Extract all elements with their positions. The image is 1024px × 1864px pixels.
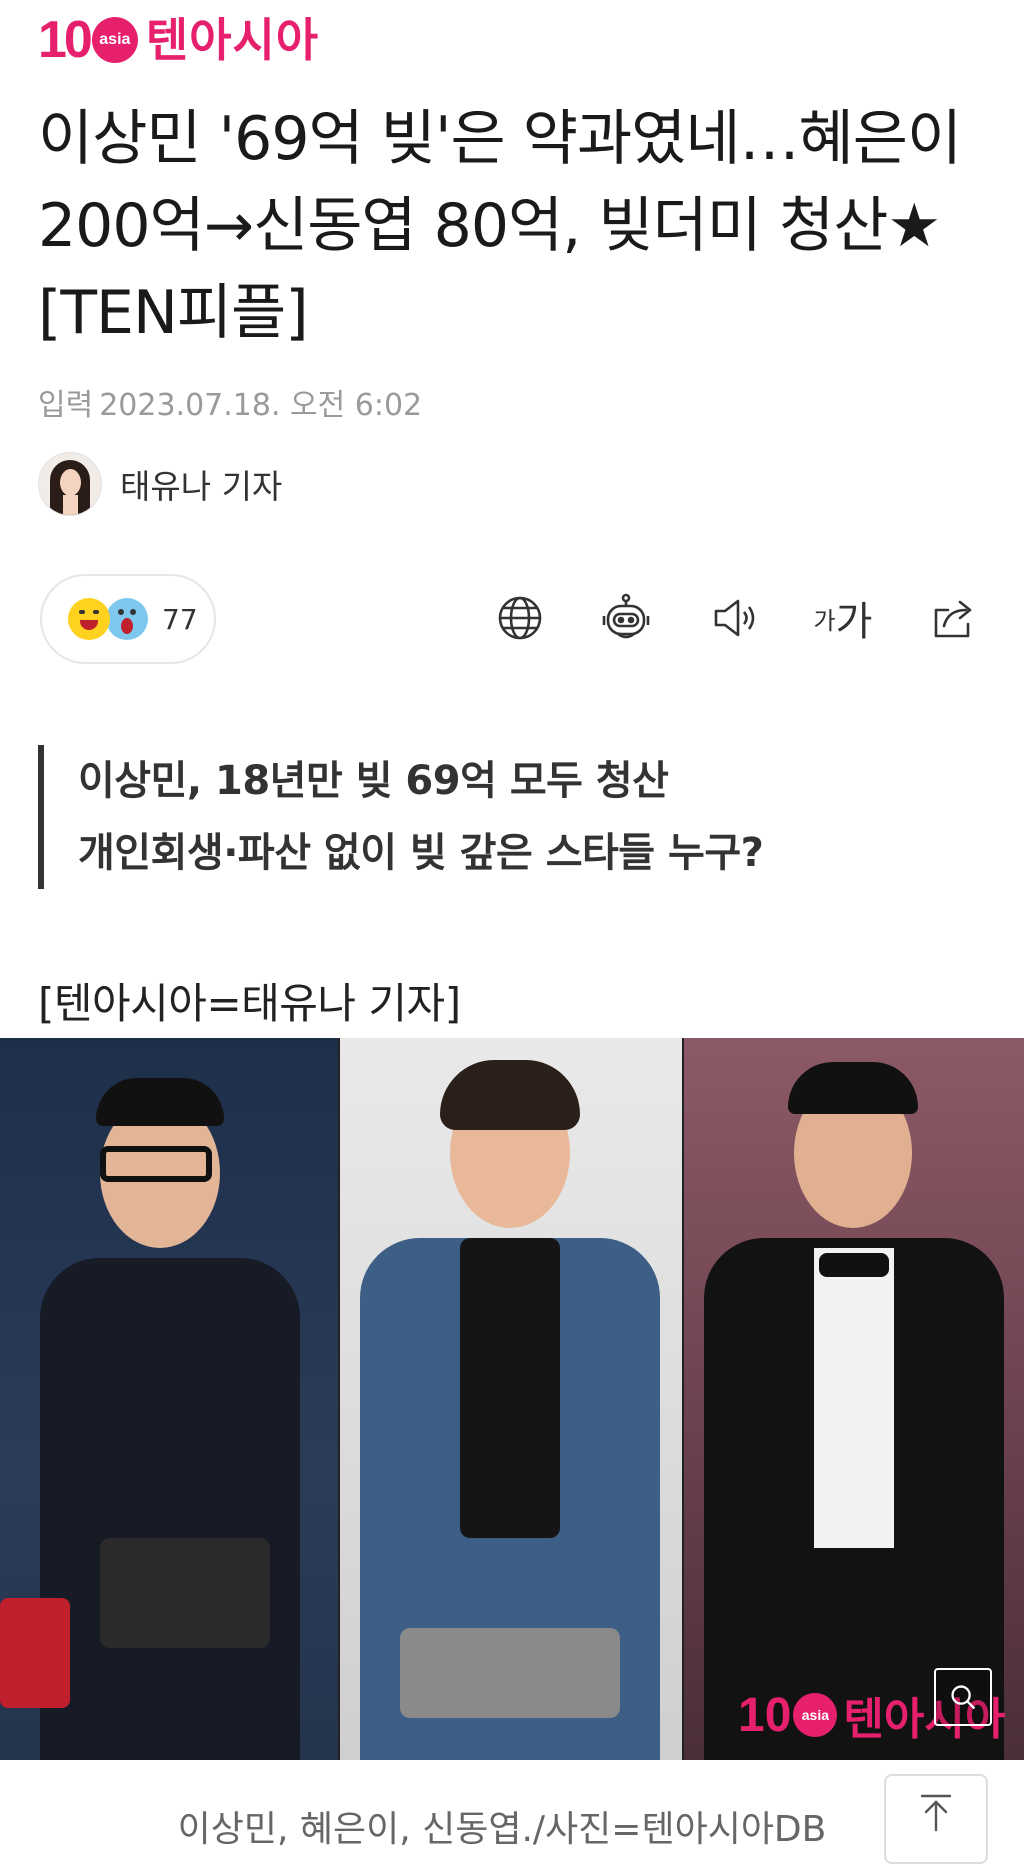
- article-byline: [텐아시아=태유나 기자]: [38, 979, 461, 1028]
- photo-panel-left: [0, 1038, 338, 1760]
- author-info[interactable]: 태유나 기자: [38, 452, 282, 516]
- date-value: 2023.07.18. 오전 6:02: [99, 388, 423, 423]
- robot-icon[interactable]: [598, 590, 654, 646]
- article-summary: 이상민, 18년만 빚 69억 모두 청산 개인회생·파산 없이 빚 갚은 스타…: [38, 745, 764, 889]
- scroll-top-button[interactable]: [884, 1774, 988, 1864]
- logo-text: 텐아시아: [145, 13, 320, 67]
- summary-line: 개인회생·파산 없이 빚 갚은 스타들 누구?: [78, 830, 764, 876]
- article-dateline: 입력 2023.07.18. 오전 6:02: [38, 380, 428, 424]
- author-avatar: [38, 452, 102, 516]
- font-size-icon[interactable]: 가가: [810, 590, 876, 646]
- article-photo[interactable]: 10 asia 텐아시아: [0, 1038, 1024, 1760]
- photo-caption: 이상민, 혜은이, 신동엽./사진=텐아시아DB: [177, 1809, 827, 1850]
- share-icon[interactable]: [926, 590, 982, 646]
- summary-line: 이상민, 18년만 빚 69억 모두 청산: [78, 758, 669, 804]
- author-name: 태유나 기자: [120, 467, 283, 506]
- article-headline: 이상민 '69억 빚'은 약과였네…혜은이 200억→신동엽 80억, 빚더미 …: [38, 104, 962, 348]
- surprised-emoji-icon: [106, 598, 148, 640]
- logo-badge: asia: [91, 17, 138, 63]
- photo-panel-right: [684, 1038, 1024, 1760]
- zoom-icon[interactable]: [934, 1668, 992, 1726]
- photo-watermark-badge: asia: [793, 1693, 838, 1737]
- speaker-icon[interactable]: [706, 590, 762, 646]
- photo-panel-middle: [340, 1038, 682, 1760]
- arrow-up-icon: [920, 1794, 952, 1832]
- font-size-small: 가: [813, 606, 836, 635]
- reaction-count: 77: [162, 602, 198, 636]
- globe-icon[interactable]: [492, 590, 548, 646]
- laugh-emoji-icon: [68, 598, 110, 640]
- site-logo[interactable]: 10 asia 텐아시아: [38, 14, 319, 66]
- date-label: 입력: [38, 388, 94, 423]
- font-size-large: 가: [835, 599, 873, 645]
- reaction-button[interactable]: 77: [40, 574, 216, 664]
- photo-watermark-number: 10: [738, 1688, 792, 1742]
- logo-number: 10: [38, 11, 93, 69]
